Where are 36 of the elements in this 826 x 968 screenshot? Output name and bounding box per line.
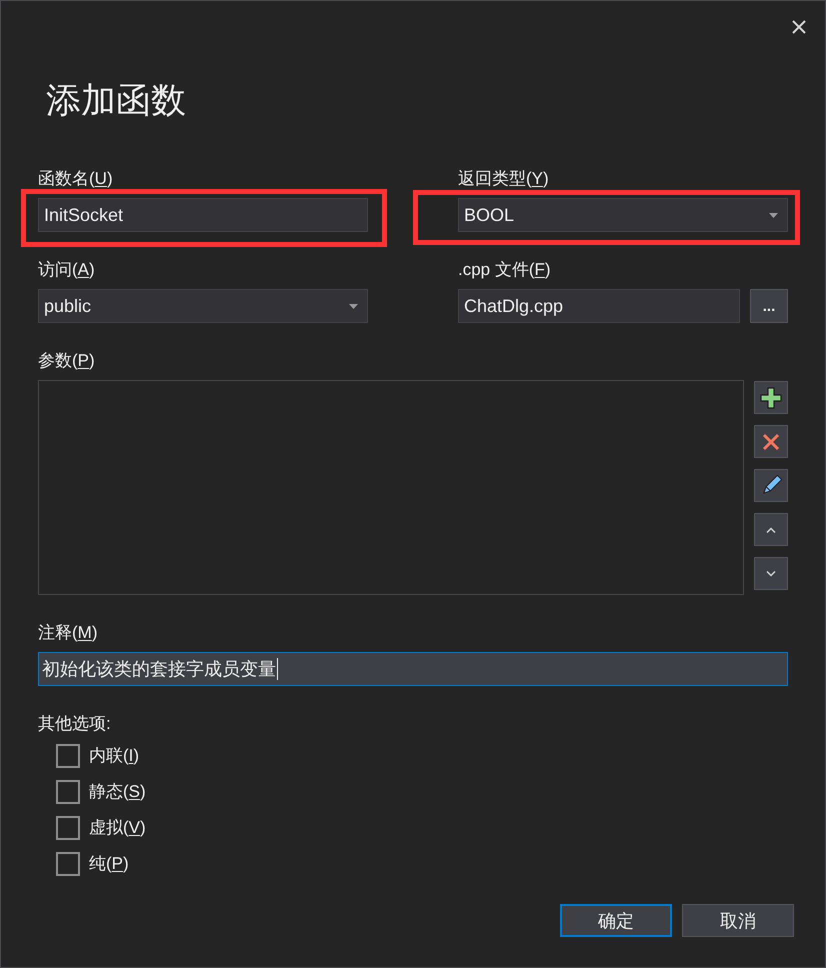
field-label: 函数名(U) <box>38 169 113 189</box>
dialog-title: 添加函数 <box>46 81 186 121</box>
edit-parameter-button[interactable] <box>754 469 788 502</box>
pencil-icon <box>760 474 782 496</box>
checkbox[interactable] <box>56 744 80 768</box>
text-field[interactable]: InitSocket <box>38 198 368 232</box>
text-field[interactable]: 初始化该类的套接字成员变量 <box>38 652 788 686</box>
chevron-down-icon <box>766 570 776 576</box>
section-label: 其他选项: <box>38 714 111 734</box>
plus-icon <box>760 386 782 408</box>
checkbox[interactable] <box>56 816 80 840</box>
close-icon[interactable] <box>792 20 806 34</box>
dropdown[interactable]: BOOL <box>458 198 788 232</box>
section-label: 参数(P) <box>38 351 95 371</box>
cross-icon <box>762 432 780 450</box>
field-label: 访问(A) <box>38 260 95 280</box>
add-parameter-button[interactable] <box>754 381 788 414</box>
checkbox-label: 纯(P) <box>89 854 129 874</box>
caret-down-icon <box>349 304 358 308</box>
field-label: 返回类型(Y) <box>458 169 549 189</box>
text-cursor-icon <box>277 658 278 680</box>
caret-down-icon <box>769 212 778 218</box>
chevron-up-icon <box>766 526 776 532</box>
checkbox-label: 虚拟(V) <box>89 818 146 838</box>
file-name-field[interactable]: ChatDlg.cpp <box>458 289 740 323</box>
field-label: .cpp 文件(F) <box>458 260 551 280</box>
checkbox-label: 静态(S) <box>89 782 146 802</box>
dropdown[interactable]: public <box>38 289 368 323</box>
cancel-button[interactable]: 取消 <box>682 904 794 937</box>
field-label: 注释(M) <box>38 623 98 643</box>
checkbox[interactable] <box>56 852 80 876</box>
remove-parameter-button[interactable] <box>754 425 788 458</box>
checkbox[interactable] <box>56 780 80 804</box>
browse-button[interactable]: ... <box>750 289 788 323</box>
ok-button[interactable]: 确定 <box>560 904 672 937</box>
checkbox-label: 内联(I) <box>89 746 140 766</box>
